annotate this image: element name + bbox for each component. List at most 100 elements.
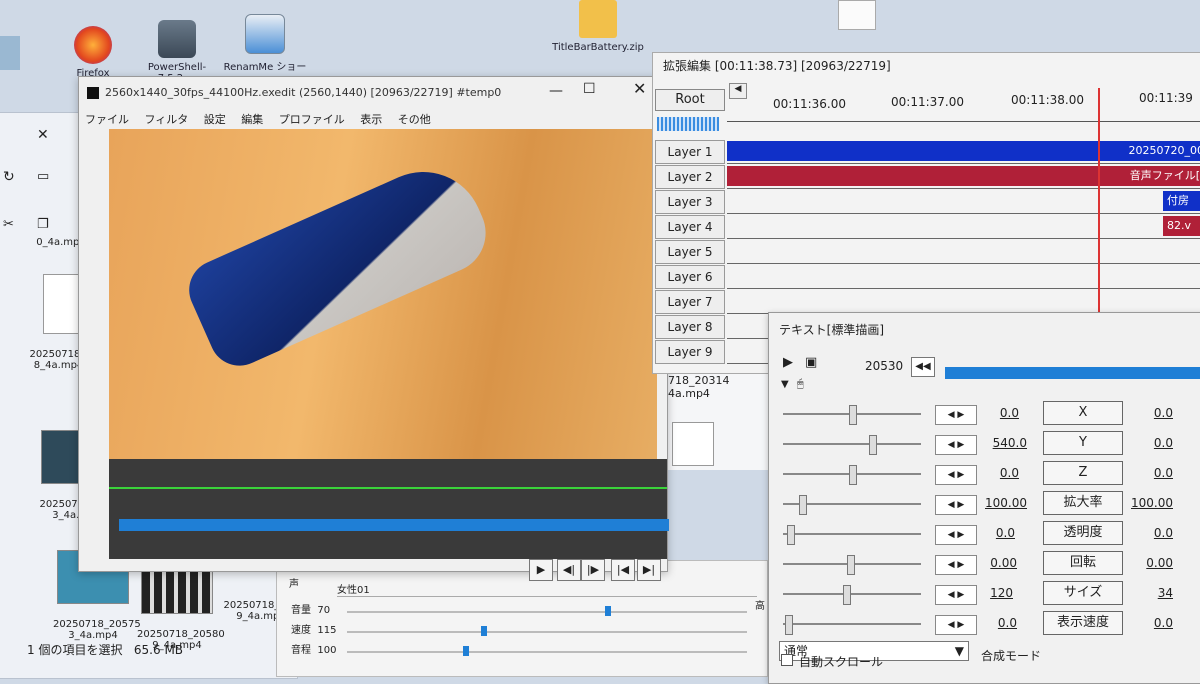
layer-track[interactable]: 82.v bbox=[727, 214, 1200, 239]
root-button[interactable]: Root bbox=[655, 89, 725, 111]
stepper[interactable]: ◀ ▶ bbox=[935, 495, 977, 515]
slider-knob[interactable] bbox=[843, 585, 851, 605]
volume-slider[interactable] bbox=[347, 606, 747, 616]
start-value[interactable]: 540.0 bbox=[977, 436, 1027, 450]
slider-knob[interactable] bbox=[849, 465, 857, 485]
start-value[interactable]: 0.0 bbox=[969, 406, 1019, 420]
param-button-scale[interactable]: 拡大率 bbox=[1043, 491, 1123, 515]
slider-knob[interactable] bbox=[849, 405, 857, 425]
start-value[interactable]: 0.0 bbox=[965, 526, 1015, 540]
slider[interactable] bbox=[783, 615, 921, 635]
menu-filter[interactable]: フィルタ bbox=[145, 113, 189, 126]
param-button-x[interactable]: X bbox=[1043, 401, 1123, 425]
maximize-icon[interactable]: ☐ bbox=[583, 81, 596, 97]
frame-bar[interactable] bbox=[945, 367, 1200, 379]
slider-knob[interactable] bbox=[799, 495, 807, 515]
layer-label[interactable]: Layer 2 bbox=[655, 165, 725, 189]
layer-track[interactable] bbox=[727, 264, 1200, 289]
document-icon[interactable] bbox=[838, 0, 876, 30]
param-button-rotation[interactable]: 回転 bbox=[1043, 551, 1123, 575]
desktop-icon-zip[interactable]: TitleBarBattery.zip bbox=[548, 0, 648, 53]
end-value[interactable]: 0.0 bbox=[1123, 526, 1173, 540]
end-value[interactable]: 0.00 bbox=[1123, 556, 1173, 570]
slider-knob[interactable] bbox=[847, 555, 855, 575]
menu-edit[interactable]: 編集 bbox=[241, 113, 263, 126]
layer-track[interactable] bbox=[727, 239, 1200, 264]
layer-label[interactable]: Layer 7 bbox=[655, 290, 725, 314]
play-button[interactable]: ▶ bbox=[529, 559, 553, 581]
end-value[interactable]: 0.0 bbox=[1123, 616, 1173, 630]
end-value[interactable]: 34 bbox=[1123, 586, 1173, 600]
menu-view[interactable]: 表示 bbox=[360, 113, 382, 126]
end-value[interactable]: 0.0 bbox=[1123, 406, 1173, 420]
menu-settings[interactable]: 設定 bbox=[204, 113, 226, 126]
param-button-y[interactable]: Y bbox=[1043, 431, 1123, 455]
param-button-opacity[interactable]: 透明度 bbox=[1043, 521, 1123, 545]
speed-slider[interactable] bbox=[347, 626, 747, 636]
menu-file[interactable]: ファイル bbox=[85, 113, 129, 126]
camera-icon[interactable]: ▣ bbox=[805, 355, 817, 370]
start-value[interactable]: 0.0 bbox=[967, 616, 1017, 630]
close-icon[interactable]: ✕ bbox=[37, 127, 49, 143]
clip[interactable]: 20250720_004 bbox=[727, 141, 1200, 161]
slider[interactable] bbox=[783, 495, 921, 515]
rewind-button[interactable]: ◀◀ bbox=[911, 357, 935, 377]
slider[interactable] bbox=[783, 555, 921, 575]
end-value[interactable]: 0.0 bbox=[1123, 436, 1173, 450]
checkbox-icon[interactable] bbox=[781, 654, 793, 666]
refresh-icon[interactable]: ↻ bbox=[3, 169, 15, 185]
layer-label[interactable]: Layer 6 bbox=[655, 265, 725, 289]
desktop-icon-firefox[interactable]: Firefox bbox=[50, 26, 136, 79]
next-frame-button[interactable]: |▶ bbox=[581, 559, 605, 581]
layer-label[interactable]: Layer 1 bbox=[655, 140, 725, 164]
menu-other[interactable]: その他 bbox=[398, 113, 431, 126]
auto-scroll-checkbox[interactable]: 自動スクロール bbox=[781, 653, 883, 670]
go-end-button[interactable]: ▶| bbox=[637, 559, 661, 581]
layer-label[interactable]: Layer 8 bbox=[655, 315, 725, 339]
expand-icon[interactable]: ▼ bbox=[781, 379, 789, 390]
play-audio-icon[interactable]: ▶ bbox=[783, 355, 793, 370]
voice-select[interactable]: 女性01 bbox=[337, 581, 757, 597]
slider[interactable] bbox=[783, 525, 921, 545]
param-button-z[interactable]: Z bbox=[1043, 461, 1123, 485]
layer-track[interactable]: 付房 bbox=[727, 189, 1200, 214]
start-value[interactable]: 120 bbox=[963, 586, 1013, 600]
slider[interactable] bbox=[783, 405, 921, 425]
minimize-icon[interactable]: — bbox=[549, 83, 563, 99]
param-button-display-speed[interactable]: 表示速度 bbox=[1043, 611, 1123, 635]
layer-label[interactable]: Layer 5 bbox=[655, 240, 725, 264]
layer-label[interactable]: Layer 3 bbox=[655, 190, 725, 214]
pitch-slider[interactable] bbox=[347, 646, 747, 656]
mouse-icon[interactable]: 🖱 bbox=[797, 377, 804, 391]
slider[interactable] bbox=[783, 465, 921, 485]
seek-bar[interactable] bbox=[119, 519, 669, 531]
start-value[interactable]: 0.00 bbox=[967, 556, 1017, 570]
layer-label[interactable]: Layer 9 bbox=[655, 340, 725, 364]
clip[interactable]: 付房 bbox=[1163, 191, 1200, 211]
prev-frame-button[interactable]: ◀| bbox=[557, 559, 581, 581]
layer-label[interactable]: Layer 4 bbox=[655, 215, 725, 239]
time-ruler[interactable]: 00:11:36.00 00:11:37.00 00:11:38.00 00:1… bbox=[727, 89, 1200, 137]
layer-track[interactable] bbox=[727, 289, 1200, 314]
layer-track[interactable]: 20250720_004 bbox=[727, 139, 1200, 164]
clip[interactable]: 音声ファイル[標 bbox=[727, 166, 1200, 186]
slider[interactable] bbox=[783, 435, 921, 455]
layer-track[interactable]: 音声ファイル[標 bbox=[727, 164, 1200, 189]
menu-profile[interactable]: プロファイル bbox=[279, 113, 345, 126]
go-start-button[interactable]: |◀ bbox=[611, 559, 635, 581]
close-icon[interactable]: ✕ bbox=[633, 79, 646, 98]
param-button-size[interactable]: サイズ bbox=[1043, 581, 1123, 605]
monitor-icon[interactable]: ▭ bbox=[37, 169, 49, 184]
recycle-bin-icon[interactable] bbox=[0, 36, 20, 70]
clip[interactable]: 82.v bbox=[1163, 216, 1200, 236]
stepper[interactable]: ◀ ▶ bbox=[935, 435, 977, 455]
copy-icon[interactable]: ❐ bbox=[37, 217, 49, 232]
start-value[interactable]: 100.00 bbox=[977, 496, 1027, 510]
playhead-line[interactable] bbox=[1098, 88, 1100, 328]
end-value[interactable]: 0.0 bbox=[1123, 466, 1173, 480]
start-value[interactable]: 0.0 bbox=[969, 466, 1019, 480]
slider-knob[interactable] bbox=[787, 525, 795, 545]
desktop-icon-powershell[interactable]: PowerShell-7.5.2-... bbox=[134, 20, 220, 84]
slider[interactable] bbox=[783, 585, 921, 605]
end-value[interactable]: 100.00 bbox=[1123, 496, 1173, 510]
